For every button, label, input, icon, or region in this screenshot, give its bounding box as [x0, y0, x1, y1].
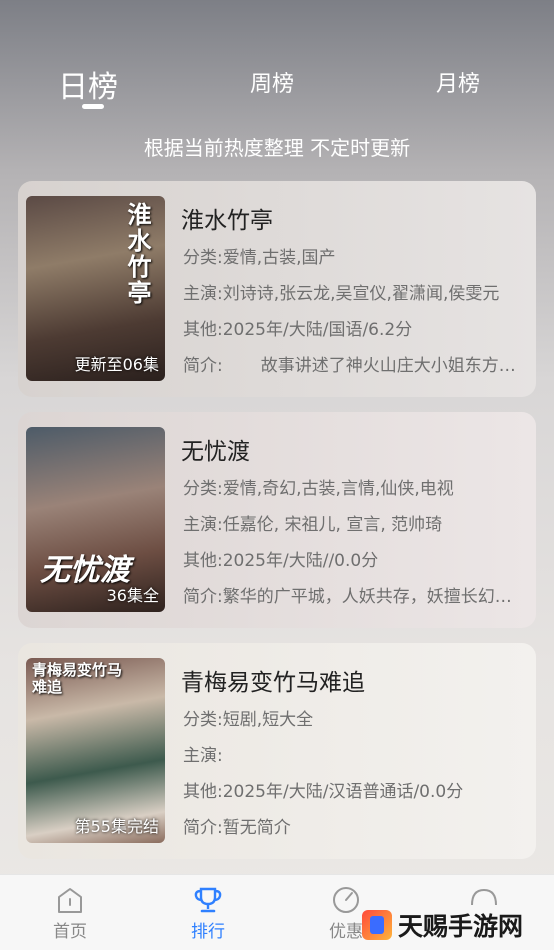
tab-daily[interactable]: 日榜 [58, 62, 118, 106]
nav-ranking[interactable]: 排行 [168, 885, 248, 942]
other-row: 其他:2025年/大陆/汉语普通话/0.0分 [183, 777, 528, 802]
ranking-tabs: 日榜 周榜 月榜 [0, 58, 554, 118]
nav-ranking-label: 排行 [191, 922, 225, 942]
cast-label: 主演: [183, 284, 223, 304]
intro-label: 简介: [183, 818, 223, 838]
nav-home-label: 首页 [53, 922, 87, 942]
category-value: 爱情,奇幻,古装,言情,仙侠,电视 [222, 479, 454, 499]
intro-row: 简介: 故事讲述了神火山庄大小姐东方淮竹 [183, 351, 528, 376]
cast-label: 主演: [183, 746, 223, 766]
show-title[interactable]: 无忧渡 [181, 432, 250, 466]
other-label: 其他: [183, 320, 223, 340]
cast-label: 主演: [183, 515, 223, 535]
cast-value: 任嘉伦, 宋祖儿, 宣言, 范帅琦 [222, 515, 443, 535]
other-value: 2025年/大陆/国语/6.2分 [222, 320, 413, 340]
show-title[interactable]: 淮水竹亭 [181, 201, 273, 235]
poster-title: 淮水竹亭 [123, 202, 152, 306]
intro-value: 暂无简介 [222, 818, 291, 838]
tab-weekly[interactable]: 周榜 [250, 66, 294, 98]
intro-row: 简介:暂无简介 [183, 813, 528, 838]
poster-image[interactable]: 青梅易变竹马难追 第55集完结 [26, 658, 165, 843]
trophy-icon [194, 887, 222, 913]
tab-monthly[interactable]: 月榜 [436, 66, 480, 98]
category-value: 爱情,古装,国产 [222, 248, 336, 268]
cast-row: 主演:刘诗诗,张云龙,吴宣仪,翟潇闻,侯雯元 [183, 279, 528, 304]
other-label: 其他: [183, 782, 223, 802]
ranking-subtitle: 根据当前热度整理 不定时更新 [143, 136, 411, 160]
home-icon [58, 888, 82, 913]
ranking-card[interactable]: 青梅易变竹马难追 第55集完结 青梅易变竹马难追 分类:短剧,短大全 主演: 其… [18, 643, 536, 859]
poster-title: 青梅易变竹马难追 [32, 661, 123, 696]
cast-row: 主演: [183, 741, 528, 766]
watermark-text: 天赐手游网 [398, 912, 524, 941]
show-title[interactable]: 青梅易变竹马难追 [181, 663, 365, 697]
poster-image[interactable]: 无忧渡 36集全 [26, 427, 165, 612]
other-value: 2025年/大陆//0.0分 [222, 551, 379, 571]
episode-badge: 36集全 [106, 586, 159, 605]
intro-row: 简介:繁华的广平城，人妖共存，妖擅长幻化人形 [183, 582, 528, 607]
intro-value: 故事讲述了神火山庄大小姐东方淮竹 [260, 356, 528, 376]
intro-label: 简介: [183, 356, 223, 376]
category-value: 短剧,短大全 [222, 710, 314, 730]
watermark-logo-icon [362, 910, 392, 940]
episode-badge: 更新至06集 [74, 355, 159, 374]
gauge-icon [333, 887, 359, 913]
category-label: 分类: [183, 479, 223, 499]
category-row: 分类:爱情,奇幻,古装,言情,仙侠,电视 [183, 474, 528, 499]
other-label: 其他: [183, 551, 223, 571]
ranking-card[interactable]: 淮水竹亭 更新至06集 淮水竹亭 分类:爱情,古装,国产 主演:刘诗诗,张云龙,… [18, 181, 536, 397]
category-row: 分类:短剧,短大全 [183, 705, 528, 730]
nav-home[interactable]: 首页 [30, 885, 110, 942]
category-label: 分类: [183, 248, 223, 268]
category-row: 分类:爱情,古装,国产 [183, 243, 528, 268]
episode-badge: 第55集完结 [74, 817, 159, 836]
ranking-card[interactable]: 无忧渡 36集全 无忧渡 分类:爱情,奇幻,古装,言情,仙侠,电视 主演:任嘉伦… [18, 412, 536, 628]
intro-label: 简介: [183, 587, 223, 607]
site-watermark: 天赐手游网 [362, 900, 554, 950]
intro-value: 繁华的广平城，人妖共存，妖擅长幻化人形 [222, 587, 528, 607]
category-label: 分类: [183, 710, 223, 730]
nav-deals-label: 优惠 [329, 922, 363, 942]
other-row: 其他:2025年/大陆/国语/6.2分 [183, 315, 528, 340]
cast-value: 刘诗诗,张云龙,吴宣仪,翟潇闻,侯雯元 [222, 284, 500, 304]
cast-row: 主演:任嘉伦, 宋祖儿, 宣言, 范帅琦 [183, 510, 528, 535]
other-row: 其他:2025年/大陆//0.0分 [183, 546, 528, 571]
other-value: 2025年/大陆/汉语普通话/0.0分 [222, 782, 464, 802]
poster-image[interactable]: 淮水竹亭 更新至06集 [26, 196, 165, 381]
tab-active-indicator [82, 104, 104, 109]
